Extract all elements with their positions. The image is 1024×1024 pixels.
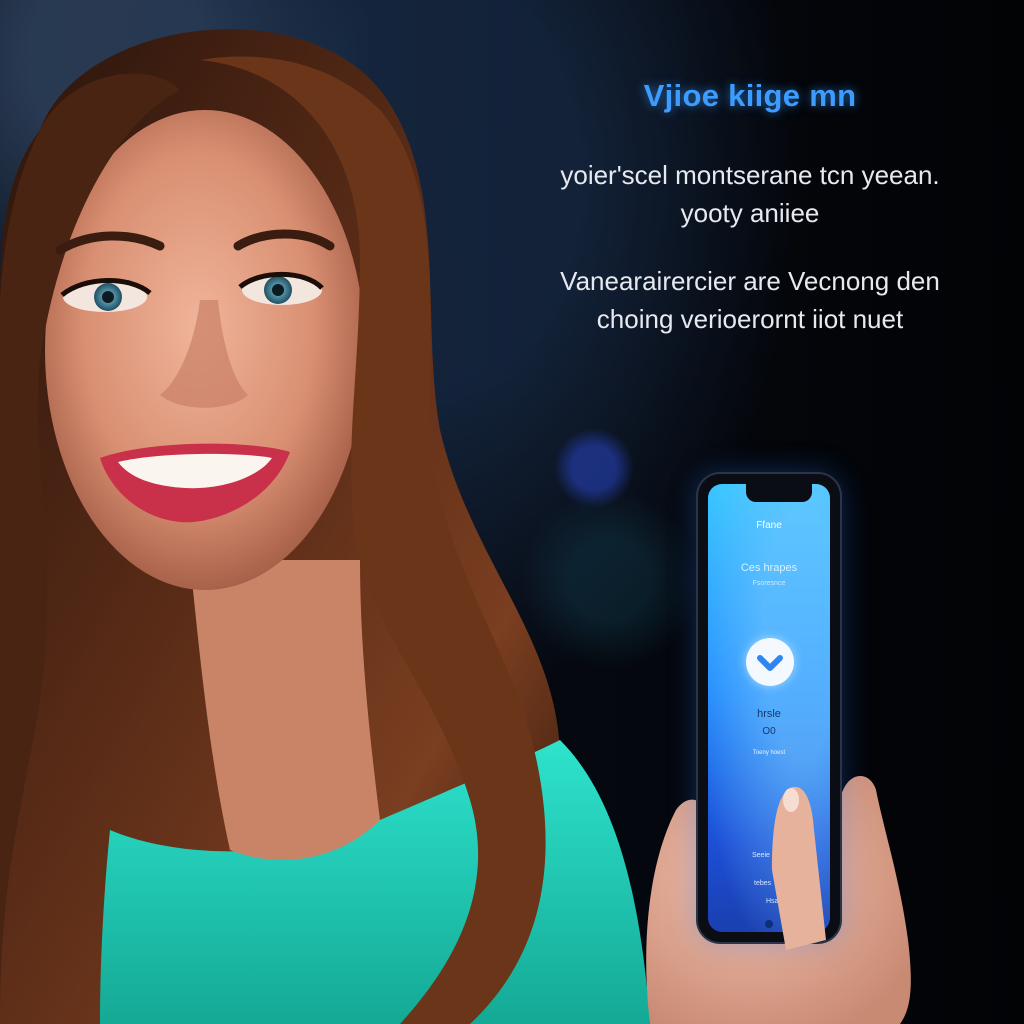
ad-canvas: Vjioe kiige mn yoier'scel montserane tcn… <box>0 0 1024 1024</box>
thumb-overlay <box>772 786 826 950</box>
thumbnail-nail <box>783 788 799 812</box>
thumb <box>772 786 826 950</box>
